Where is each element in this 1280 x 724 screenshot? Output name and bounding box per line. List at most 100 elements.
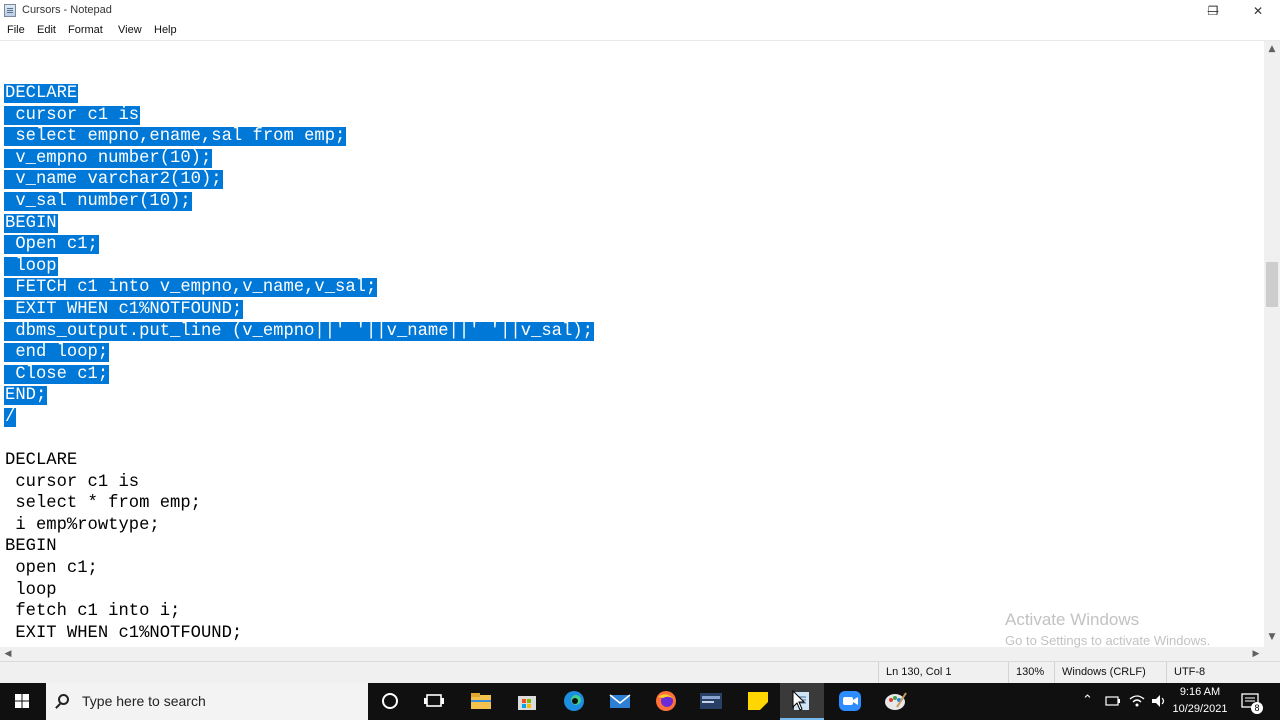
store-icon[interactable] <box>514 689 540 713</box>
clock-date[interactable]: 10/29/2021 <box>1170 703 1230 715</box>
code-line[interactable]: v_sal number(10); <box>4 191 594 213</box>
code-line[interactable]: Close c1; <box>4 364 594 386</box>
code-line-text: Close c1; <box>4 364 110 384</box>
code-line[interactable]: / <box>4 407 594 429</box>
notification-count-badge: 8 <box>1251 702 1263 714</box>
restore-button[interactable]: ❐ <box>1191 0 1235 22</box>
menu-help[interactable]: Help <box>154 24 177 36</box>
code-line-text: EXIT WHEN c1%NOTFOUND; <box>5 623 243 643</box>
search-icon <box>58 694 69 705</box>
code-line-text: v_name varchar2(10); <box>4 170 223 190</box>
volume-icon[interactable] <box>1150 693 1166 709</box>
activate-windows-subtitle: Go to Settings to activate Windows. <box>1005 633 1211 648</box>
code-line[interactable] <box>4 429 594 451</box>
file-explorer-icon[interactable] <box>468 689 494 713</box>
sql-developer-icon[interactable] <box>698 689 724 713</box>
code-line[interactable]: v_empno number(10); <box>4 148 594 170</box>
scrollbar-corner <box>1264 647 1280 661</box>
code-line-text: v_empno number(10); <box>4 148 213 168</box>
mail-icon[interactable] <box>607 689 633 713</box>
code-line[interactable]: i emp%rowtype; <box>4 515 594 537</box>
clock-time[interactable]: 9:16 AM <box>1172 686 1228 698</box>
code-line[interactable]: loop <box>4 580 594 602</box>
edge-icon[interactable] <box>561 689 587 713</box>
code-line-text: Open c1; <box>4 235 99 255</box>
code-line[interactable]: loop <box>4 256 594 278</box>
start-button[interactable] <box>0 683 44 720</box>
paint-icon[interactable] <box>883 689 909 713</box>
code-line[interactable]: EXIT WHEN c1%NOTFOUND; <box>4 623 594 645</box>
notepad-icon[interactable] <box>789 689 815 713</box>
code-line[interactable]: DECLARE <box>4 450 594 472</box>
activate-windows-title: Activate Windows <box>1005 610 1140 629</box>
wifi-icon[interactable] <box>1128 693 1146 709</box>
code-line[interactable]: DECLARE <box>4 83 594 105</box>
code-line-text: BEGIN <box>5 537 57 557</box>
scroll-up-icon[interactable]: ▲ <box>1264 44 1280 54</box>
code-line[interactable]: END; <box>4 385 594 407</box>
code-line-text: select * from emp; <box>5 494 201 514</box>
encoding: UTF-8 <box>1166 662 1280 683</box>
menu-format[interactable]: Format <box>68 24 103 36</box>
code-line[interactable]: select * from emp; <box>4 493 594 515</box>
cursor-position: Ln 130, Col 1 <box>878 662 1008 683</box>
status-bar: Ln 130, Col 1 130% Windows (CRLF) UTF-8 <box>0 661 1280 683</box>
code-line-text: DECLARE <box>4 84 79 103</box>
scroll-down-icon[interactable]: ▼ <box>1264 632 1280 642</box>
horizontal-scrollbar[interactable]: ◀ ▶ <box>0 647 1264 661</box>
code-text: DECLARE cursor c1 is select empno,ename,… <box>4 83 594 644</box>
code-line[interactable]: fetch c1 into i; <box>4 601 594 623</box>
code-line[interactable]: v_name varchar2(10); <box>4 169 594 191</box>
code-line-text: v_sal number(10); <box>4 191 192 211</box>
taskbar-search[interactable]: Type here to search <box>46 683 368 720</box>
sticky-notes-icon[interactable] <box>745 689 771 713</box>
notepad-app-icon[interactable] <box>4 4 16 17</box>
code-line[interactable]: open c1; <box>4 558 594 580</box>
code-line[interactable]: BEGIN <box>4 536 594 558</box>
firefox-icon[interactable] <box>653 689 679 713</box>
code-line[interactable]: end loop; <box>4 342 594 364</box>
line-ending: Windows (CRLF) <box>1054 662 1166 683</box>
scroll-right-icon[interactable]: ▶ <box>1248 649 1264 659</box>
code-line-text: DECLARE <box>5 451 78 471</box>
code-line-text: loop <box>4 256 58 276</box>
scroll-left-icon[interactable]: ◀ <box>0 649 16 659</box>
code-line[interactable]: cursor c1 is <box>4 472 594 494</box>
vertical-scrollbar[interactable]: ▲ ▼ <box>1264 41 1280 647</box>
search-placeholder: Type here to search <box>82 693 206 709</box>
close-button[interactable]: ✕ <box>1236 0 1280 22</box>
code-line-text: fetch c1 into i; <box>5 602 181 622</box>
title-bar[interactable]: Cursors - Notepad — ❐ ✕ <box>0 0 1280 22</box>
menu-bar: File Edit Format View Help <box>0 22 1280 41</box>
taskbar: Type here to search ⌃ 9:16 AM 10/29/2021… <box>0 683 1280 720</box>
menu-view[interactable]: View <box>118 24 142 36</box>
code-line-text: EXIT WHEN c1%NOTFOUND; <box>4 299 244 319</box>
code-line-text: i emp%rowtype; <box>5 515 160 535</box>
code-line[interactable]: BEGIN <box>4 213 594 235</box>
task-view-icon[interactable] <box>421 689 447 713</box>
code-line-text: end loop; <box>4 343 110 363</box>
zoom-level: 130% <box>1008 662 1054 683</box>
code-line-text: cursor c1 is <box>5 472 140 492</box>
code-line[interactable]: dbms_output.put_line (v_empno||' '||v_na… <box>4 321 594 343</box>
cortana-icon[interactable] <box>377 689 403 713</box>
menu-edit[interactable]: Edit <box>37 24 56 36</box>
code-line[interactable]: cursor c1 is <box>4 105 594 127</box>
code-line-text: cursor c1 is <box>4 105 141 125</box>
zoom-icon[interactable] <box>837 689 863 713</box>
tray-chevron-up-icon[interactable]: ⌃ <box>1082 692 1093 708</box>
code-line[interactable]: FETCH c1 into v_empno,v_name,v_sal; <box>4 277 594 299</box>
battery-network-icon[interactable] <box>1104 694 1122 708</box>
code-line[interactable]: select empno,ename,sal from emp; <box>4 126 594 148</box>
code-line[interactable]: EXIT WHEN c1%NOTFOUND; <box>4 299 594 321</box>
code-line-text: loop <box>5 580 57 600</box>
code-line-text: FETCH c1 into v_empno,v_name,v_sal; <box>4 278 378 298</box>
menu-file[interactable]: File <box>7 24 25 36</box>
window-title: Cursors - Notepad <box>22 4 112 16</box>
code-line-text: select empno,ename,sal from emp; <box>4 127 347 147</box>
text-editor[interactable]: DECLARE cursor c1 is select empno,ename,… <box>0 41 1264 647</box>
vertical-scroll-thumb[interactable] <box>1266 262 1278 307</box>
code-line-text: END; <box>4 386 48 406</box>
code-line[interactable]: Open c1; <box>4 234 594 256</box>
